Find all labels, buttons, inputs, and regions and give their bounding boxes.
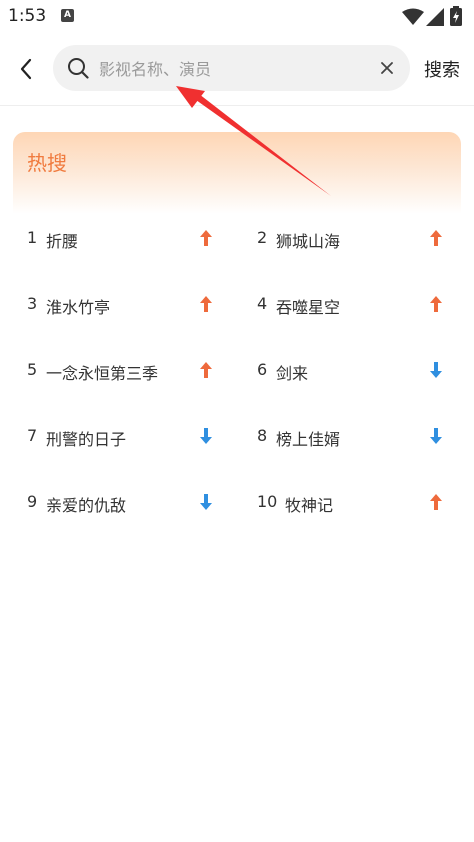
list-item[interactable]: 3 淮水竹亭: [27, 284, 227, 324]
chevron-left-icon: [20, 58, 32, 80]
list-item[interactable]: 4 吞噬星空: [257, 284, 457, 324]
search-row: 搜索: [0, 44, 474, 94]
trend-up-icon: [430, 230, 442, 246]
item-title: 淮水竹亭: [46, 298, 111, 317]
trend-up-icon: [200, 362, 212, 378]
close-icon[interactable]: [378, 59, 396, 77]
back-button[interactable]: [12, 54, 42, 84]
trend-down-icon: [430, 362, 442, 378]
list-item[interactable]: 7 刑警的日子: [27, 416, 227, 456]
search-icon: [68, 58, 89, 79]
list-item[interactable]: 5 一念永恒第三季: [27, 350, 227, 390]
hot-search-header: 热搜: [13, 132, 461, 214]
item-title: 刑警的日子: [46, 430, 127, 449]
rank-number: 8: [257, 426, 268, 445]
rank-number: 2: [257, 228, 268, 247]
status-icons: [402, 6, 466, 26]
item-title: 折腰: [46, 232, 79, 251]
trend-down-icon: [200, 494, 212, 510]
item-title: 剑来: [276, 364, 309, 383]
status-time: 1:53: [8, 6, 47, 26]
list-item[interactable]: 9 亲爱的仇敌: [27, 482, 227, 522]
signal-icon: [426, 8, 444, 26]
a-icon: A: [61, 9, 74, 22]
trend-up-icon: [430, 296, 442, 312]
search-input[interactable]: [97, 55, 371, 83]
rank-number: 9: [27, 492, 38, 511]
search-button[interactable]: 搜索: [424, 56, 460, 82]
list-item[interactable]: 2 狮城山海: [257, 218, 457, 258]
wifi-icon: [402, 8, 424, 25]
rank-number: 10: [257, 492, 278, 511]
item-title: 吞噬星空: [276, 298, 341, 317]
list-item[interactable]: 8 榜上佳婿: [257, 416, 457, 456]
trend-up-icon: [200, 230, 212, 246]
battery-icon: [450, 6, 462, 26]
rank-number: 1: [27, 228, 38, 247]
rank-number: 7: [27, 426, 38, 445]
status-bar: 1:53 A: [0, 0, 474, 32]
hot-search-title: 热搜: [27, 151, 67, 175]
rank-number: 6: [257, 360, 268, 379]
trend-up-icon: [430, 494, 442, 510]
rank-number: 4: [257, 294, 268, 313]
search-box[interactable]: [53, 45, 410, 91]
trend-down-icon: [430, 428, 442, 444]
list-item[interactable]: 10 牧神记: [257, 482, 457, 522]
item-title: 牧神记: [285, 496, 334, 515]
item-title: 榜上佳婿: [276, 430, 341, 449]
item-title: 狮城山海: [276, 232, 341, 251]
list-item[interactable]: 1 折腰: [27, 218, 227, 258]
item-title: 亲爱的仇敌: [46, 496, 127, 515]
rank-number: 3: [27, 294, 38, 313]
item-title: 一念永恒第三季: [46, 364, 159, 383]
divider: [0, 105, 474, 106]
rank-number: 5: [27, 360, 38, 379]
trend-down-icon: [200, 428, 212, 444]
trend-up-icon: [200, 296, 212, 312]
list-item[interactable]: 6 剑来: [257, 350, 457, 390]
